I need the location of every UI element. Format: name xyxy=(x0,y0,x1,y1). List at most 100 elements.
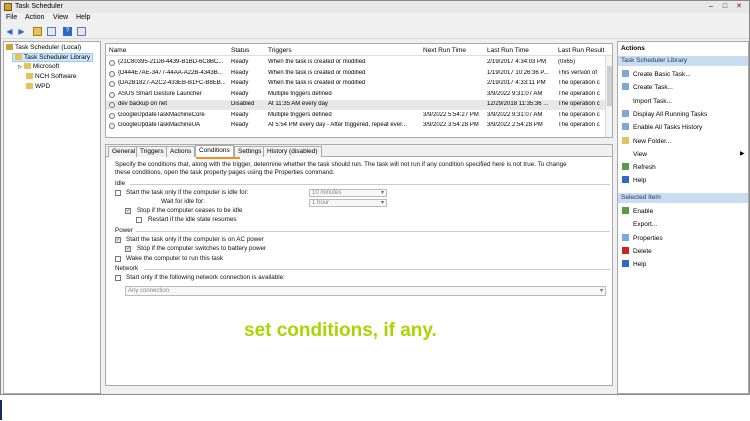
tree-item-library[interactable]: Task Scheduler Library xyxy=(12,53,94,62)
idle-wait-label: Wait for idle for: xyxy=(161,198,205,205)
window-title: Task Scheduler xyxy=(15,3,63,10)
conditions-intro-line1: Specify the conditions that, along with … xyxy=(115,161,567,168)
power-wake-checkbox[interactable] xyxy=(115,256,121,262)
power-ac-checkbox[interactable] xyxy=(115,236,121,243)
action-item-new-folder[interactable]: New Folder... xyxy=(622,136,672,145)
task-scheduler-icon xyxy=(4,3,12,11)
action-label: Properties xyxy=(633,234,663,242)
tree-item-nch-software[interactable]: NCH Software xyxy=(26,73,77,80)
minimize-button[interactable]: – xyxy=(705,2,717,11)
action-label: Import Task... xyxy=(633,97,672,105)
action-item-help[interactable]: Help xyxy=(622,176,646,184)
task-row[interactable]: dev backup on net Disabled At 11:35 AM eve… xyxy=(106,100,606,110)
action-item-view[interactable]: View ▶ xyxy=(622,150,745,158)
task-row[interactable]: GoogleUpdateTaskMachineCore Ready Multiple… xyxy=(106,111,606,121)
action-label: New Folder... xyxy=(633,137,672,145)
idle-start-checkbox[interactable] xyxy=(115,190,121,196)
tree-item-root[interactable]: Task Scheduler (Local) xyxy=(6,44,81,51)
task-row[interactable]: ASUS Smart Gesture Launcher Ready Multiple… xyxy=(106,90,606,100)
action-label: Refresh xyxy=(633,164,656,172)
column-header-triggers[interactable]: Triggers xyxy=(268,47,292,54)
tab-actions[interactable]: Actions xyxy=(166,146,196,157)
task-cell-last-result: The operation c xyxy=(558,101,600,107)
tab-triggers[interactable]: Triggers xyxy=(136,146,168,157)
network-connection-select[interactable]: Any connection xyxy=(125,286,606,296)
panel-icon[interactable] xyxy=(77,27,86,36)
help-icon[interactable]: ? xyxy=(63,27,72,36)
task-cell-name: dev backup on net xyxy=(118,101,168,107)
tree-item-wpd[interactable]: WPD xyxy=(26,83,50,90)
running-tasks-icon xyxy=(622,109,629,117)
tab-general[interactable]: General xyxy=(108,146,140,157)
idle-duration-select[interactable]: 10 minutes xyxy=(309,189,387,197)
menu-view[interactable]: View xyxy=(53,14,68,21)
tree-item-microsoft[interactable]: ▷ Microsoft xyxy=(18,63,59,70)
folder-icon[interactable] xyxy=(33,27,42,36)
task-row[interactable]: GoogleUpdateTaskMachineUA Ready At 5:54 PM… xyxy=(106,121,606,131)
column-header-name[interactable]: Name xyxy=(109,47,126,54)
selected-action-export[interactable]: Export... xyxy=(622,220,657,228)
power-divider xyxy=(136,231,610,232)
vertical-scrollbar[interactable] xyxy=(605,56,612,137)
close-button[interactable]: ✕ xyxy=(733,2,745,11)
menu-action[interactable]: Action xyxy=(25,14,44,21)
selected-action-enable[interactable]: Enable xyxy=(622,207,653,215)
action-label: Help xyxy=(633,261,647,269)
view-icon xyxy=(622,150,629,157)
action-item-running-tasks[interactable]: Display All Running Tasks xyxy=(622,109,707,118)
scrollbar-thumb[interactable] xyxy=(607,66,612,106)
column-header-last-run[interactable]: Last Run Time xyxy=(487,47,529,54)
action-item-refresh[interactable]: Refresh xyxy=(622,163,656,171)
maximize-button[interactable]: □ xyxy=(719,2,731,11)
tab-strip: General Triggers Actions Conditions Sett… xyxy=(106,145,612,157)
back-icon[interactable]: ◀ xyxy=(5,27,14,36)
task-cell-last-result: The operation c xyxy=(558,80,600,86)
selected-action-properties[interactable]: Properties xyxy=(622,233,663,242)
task-row[interactable]: {DA2B1827-A2C2-433EB-B1FC-B8EB... Ready Wh… xyxy=(106,79,606,89)
action-item-import[interactable]: Import Task... xyxy=(622,97,672,105)
task-clock-icon xyxy=(109,102,115,108)
actions-pane: Actions Task Scheduler Library Create Ba… xyxy=(617,41,749,394)
toolbar: ◀ ▶ ? xyxy=(1,24,749,39)
desktop-edge xyxy=(0,400,2,420)
network-checkbox[interactable] xyxy=(115,275,121,281)
task-cell-last-result: This version of xyxy=(558,69,598,76)
tree-root-label: Task Scheduler (Local) xyxy=(15,44,82,51)
idle-wait-select[interactable]: 1 hour xyxy=(309,199,387,207)
tab-history[interactable]: History (disabled) xyxy=(263,146,322,157)
task-row[interactable]: {D444E7AE-3477-44AA-A22B-4343B... Ready Wh… xyxy=(106,69,606,79)
task-row[interactable]: {21C80395-21D8-4439-B1BD-6C8BC... Ready Wh… xyxy=(106,58,606,68)
selected-action-help[interactable]: Help xyxy=(622,260,646,268)
selected-action-delete[interactable]: Delete xyxy=(622,246,652,255)
power-battery-checkbox[interactable] xyxy=(125,245,131,252)
column-header-last-result[interactable]: Last Run Result xyxy=(558,47,604,54)
forward-icon[interactable]: ▶ xyxy=(17,27,26,36)
action-item-create-basic-task[interactable]: Create Basic Task... xyxy=(622,70,691,78)
task-cell-status: Ready xyxy=(231,80,249,86)
task-cell-name: {D444E7AE-3477-44AA-A22B-4343B... xyxy=(118,69,223,76)
expand-icon[interactable]: ▷ xyxy=(18,64,22,70)
task-cell-status: Ready xyxy=(231,122,249,128)
task-cell-last-run: 3/9/2022 9:31:07 AM xyxy=(487,90,543,97)
column-header-status[interactable]: Status xyxy=(231,47,249,54)
action-item-create-task[interactable]: Create Task... xyxy=(622,83,673,91)
task-cell-status: Ready xyxy=(231,69,249,76)
idle-stop-checkbox[interactable] xyxy=(125,207,131,214)
refresh-icon[interactable] xyxy=(47,27,56,36)
folder-icon xyxy=(26,73,33,79)
idle-stop-label: Stop if the computer ceases to be idle xyxy=(137,207,243,214)
idle-restart-checkbox[interactable] xyxy=(136,217,142,223)
tab-settings[interactable]: Settings xyxy=(234,146,266,157)
task-cell-status: Disabled xyxy=(231,101,255,107)
menu-file[interactable]: File xyxy=(6,14,17,21)
library-actions-header[interactable]: Task Scheduler Library xyxy=(618,56,748,66)
power-wake-label: Wake the computer to run this task xyxy=(126,255,224,262)
column-header-next-run[interactable]: Next Run Time xyxy=(423,47,466,54)
tab-conditions[interactable]: Conditions xyxy=(195,145,234,157)
menu-help[interactable]: Help xyxy=(76,14,90,21)
action-label: Delete xyxy=(633,247,652,255)
task-clock-icon xyxy=(109,91,115,98)
task-cell-triggers: At 11:35 AM every day xyxy=(268,101,328,107)
action-item-history[interactable]: Enable All Tasks History xyxy=(622,123,702,131)
selected-item-header[interactable]: Selected Item xyxy=(618,193,748,203)
